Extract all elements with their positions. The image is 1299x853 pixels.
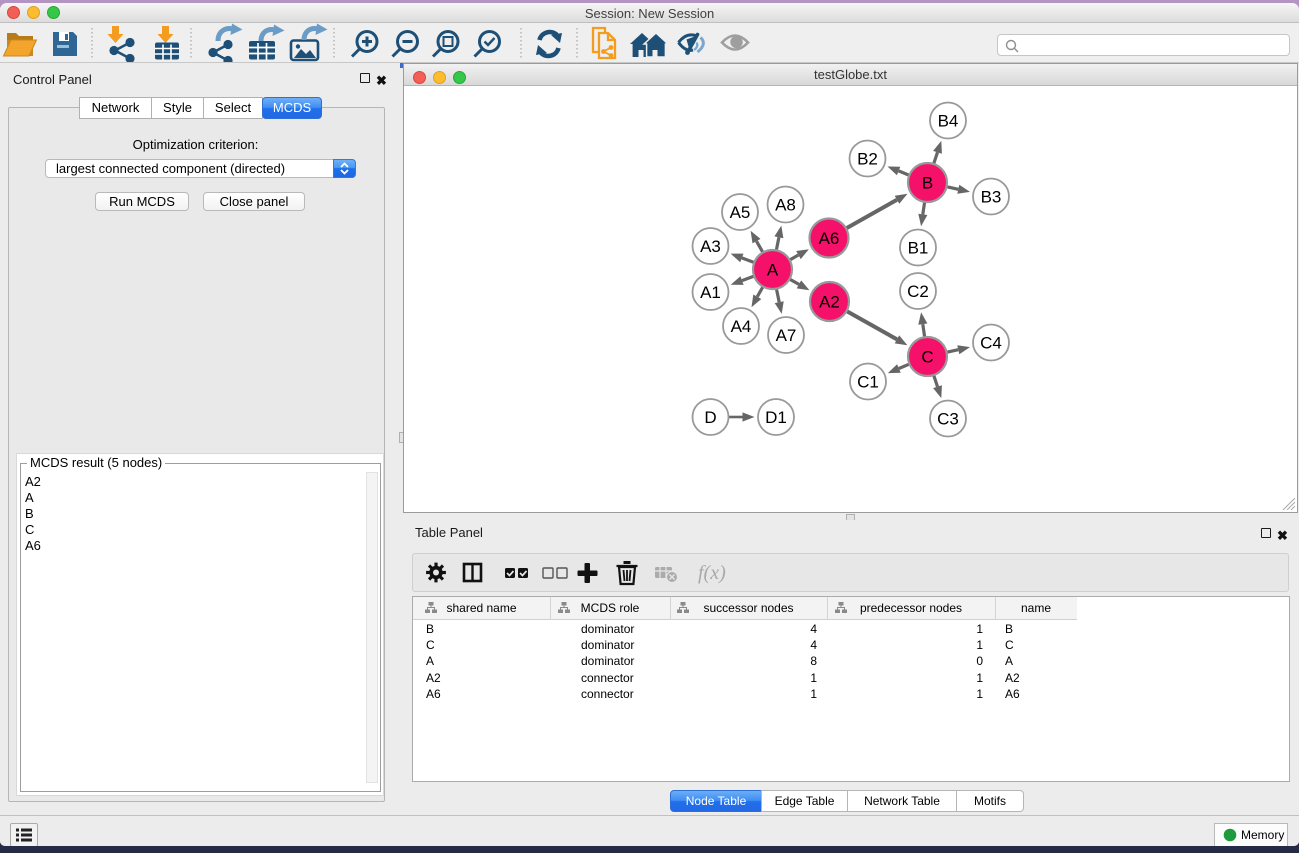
svg-text:C2: C2: [907, 282, 929, 301]
svg-text:A3: A3: [700, 237, 721, 256]
svg-text:A5: A5: [730, 203, 751, 222]
svg-text:D: D: [704, 408, 716, 427]
svg-text:A2: A2: [819, 293, 840, 312]
svg-text:D1: D1: [765, 408, 787, 427]
svg-text:B: B: [922, 174, 933, 193]
svg-text:A8: A8: [775, 196, 796, 215]
svg-text:A4: A4: [731, 317, 752, 336]
svg-text:C1: C1: [857, 373, 879, 392]
svg-text:A: A: [767, 261, 779, 280]
svg-text:B2: B2: [857, 150, 878, 169]
svg-text:f(x): f(x): [698, 562, 726, 584]
svg-text:A7: A7: [776, 326, 797, 345]
svg-text:C: C: [921, 348, 933, 367]
svg-text:A6: A6: [819, 229, 840, 248]
svg-text:B3: B3: [981, 188, 1002, 207]
svg-text:B4: B4: [938, 112, 959, 131]
svg-text:A1: A1: [700, 283, 721, 302]
svg-text:C3: C3: [937, 410, 959, 429]
svg-text:B1: B1: [908, 239, 929, 258]
svg-text:C4: C4: [980, 334, 1002, 353]
